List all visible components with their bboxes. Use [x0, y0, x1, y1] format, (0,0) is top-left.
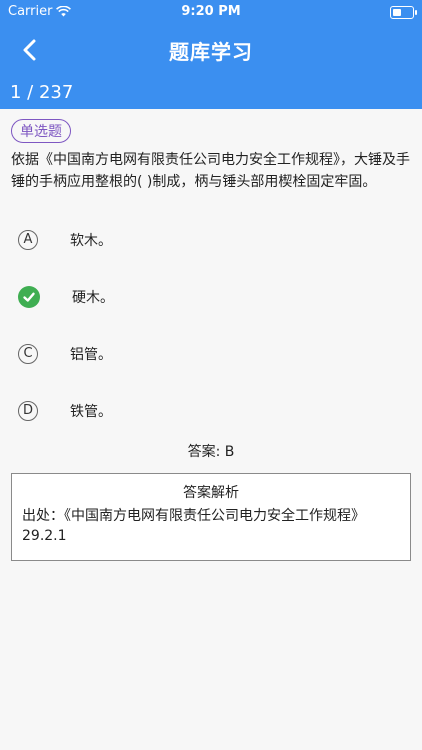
- option-letter-circle: A: [18, 229, 38, 250]
- question-type-badge: 单选题: [11, 119, 71, 143]
- question-text: 依据《中国南方电网有限责任公司电力安全工作规程》，大锤及手锤的手柄应用整根的( …: [11, 152, 410, 190]
- correct-answer-label: 答案: B: [187, 444, 235, 460]
- question-progress: 1 / 237: [10, 82, 74, 103]
- nav-bar: 题库学习: [0, 24, 422, 76]
- battery-icon: [390, 6, 417, 19]
- status-bar: Carrier 9:20 PM: [0, 0, 422, 24]
- app-header: Carrier 9:20 PM 题库学习 1 / 237: [0, 0, 422, 109]
- clock: 9:20 PM: [181, 4, 241, 19]
- option-letter-circle: C: [18, 343, 38, 364]
- option-text: 铁管。: [70, 403, 112, 420]
- option-a[interactable]: A 软木。: [11, 211, 411, 268]
- explanation-text: 出处：《中国南方电网有限责任公司电力安全工作规程》29.2.1: [22, 508, 365, 544]
- option-c[interactable]: C 铝管。: [11, 325, 411, 382]
- explanation-title: 答案解析: [183, 485, 239, 501]
- option-text: 铝管。: [70, 346, 112, 363]
- page-title: 题库学习: [169, 40, 253, 64]
- option-d[interactable]: D 铁管。: [11, 382, 411, 439]
- option-text: 软木。: [70, 232, 112, 249]
- option-text: 硬木。: [72, 289, 114, 306]
- option-letter-circle: D: [18, 400, 38, 421]
- question-card: 单选题 依据《中国南方电网有限责任公司电力安全工作规程》，大锤及手锤的手柄应用整…: [0, 109, 422, 561]
- option-b[interactable]: 硬木。: [11, 268, 411, 325]
- check-circle-icon: [18, 285, 40, 308]
- explanation-box: 答案解析 出处：《中国南方电网有限责任公司电力安全工作规程》29.2.1: [11, 473, 411, 561]
- options-list: A 软木。 硬木。 C 铝管。 D 铁管。: [11, 211, 411, 439]
